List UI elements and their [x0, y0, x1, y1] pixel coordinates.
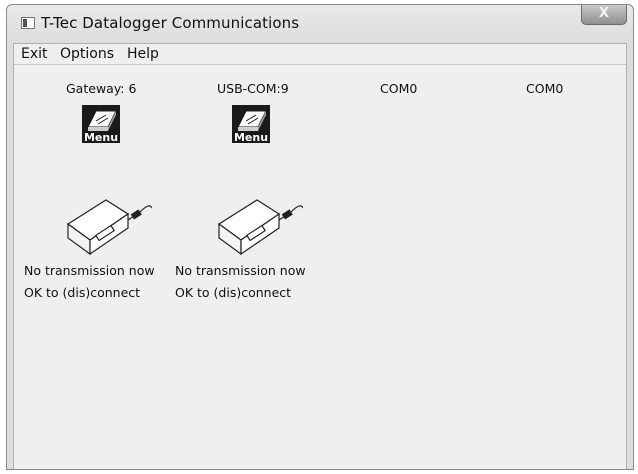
- usb-com-menu-icon-label: Menu: [234, 131, 268, 143]
- gateway-menu-icon[interactable]: Menu: [82, 105, 120, 143]
- app-icon: [21, 17, 35, 29]
- port-label-com0-b: COM0: [526, 81, 564, 96]
- close-button[interactable]: X: [581, 5, 627, 25]
- usb-com-status-connect: OK to (dis)connect: [175, 285, 292, 300]
- gateway-datalogger-icon[interactable]: [66, 190, 152, 258]
- gateway-status-connect: OK to (dis)connect: [24, 285, 141, 300]
- ports-panel: Gateway: 6 USB-COM:9 COM0 COM0 Menu Menu…: [14, 65, 626, 469]
- close-icon: X: [598, 6, 610, 21]
- port-label-usb-com: USB-COM:9: [217, 81, 289, 96]
- port-label-com0-a: COM0: [380, 81, 418, 96]
- menu-exit[interactable]: Exit: [21, 46, 48, 62]
- menu-help[interactable]: Help: [127, 46, 159, 62]
- gateway-menu-icon-label: Menu: [84, 131, 118, 143]
- menu-options[interactable]: Options: [60, 46, 114, 62]
- gateway-status-transmission: No transmission now: [24, 263, 155, 278]
- client-area: Exit Options Help Gateway: 6 USB-COM:9 C…: [13, 43, 627, 469]
- window-title: T-Tec Datalogger Communications: [41, 14, 300, 32]
- usb-com-status-transmission: No transmission now: [175, 263, 306, 278]
- title-bar[interactable]: T-Tec Datalogger Communications X: [7, 5, 633, 41]
- menu-bar: Exit Options Help: [14, 44, 626, 65]
- app-window: T-Tec Datalogger Communications X Exit O…: [6, 4, 634, 470]
- usb-com-menu-icon[interactable]: Menu: [232, 105, 270, 143]
- port-label-gateway: Gateway: 6: [66, 81, 137, 96]
- usb-com-datalogger-icon[interactable]: [217, 190, 303, 258]
